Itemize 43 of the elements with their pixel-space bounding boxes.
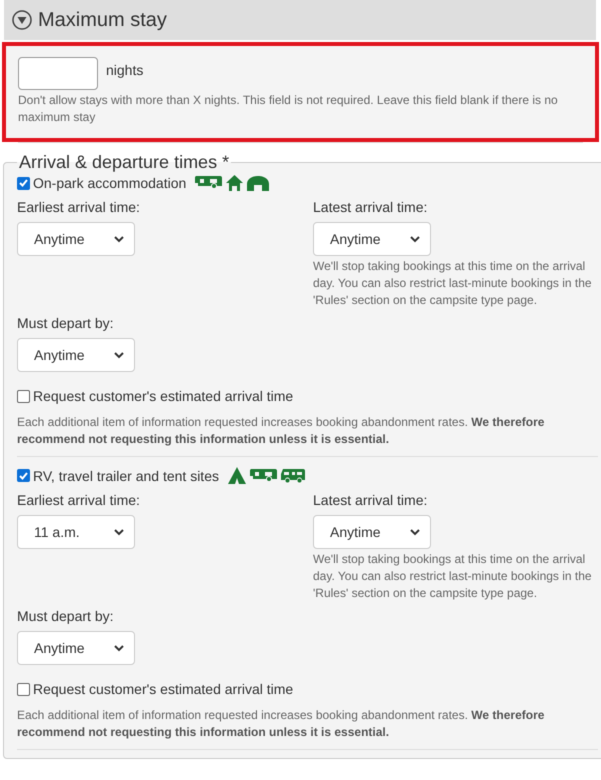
tent-icon	[228, 467, 246, 484]
unit-label: nights	[106, 62, 144, 78]
field-label: Latest arrival time:	[313, 492, 428, 508]
time-select[interactable]: Anytime	[17, 631, 135, 665]
field-label: Must depart by:	[17, 608, 114, 624]
time-select[interactable]: Anytime	[17, 222, 135, 256]
toggle-icon	[12, 10, 32, 30]
checkbox[interactable]	[17, 469, 30, 482]
checkbox[interactable]	[17, 682, 30, 696]
nights-input[interactable]	[18, 57, 98, 90]
checkbox[interactable]	[17, 176, 30, 190]
caravan-icon	[195, 175, 222, 191]
chevron-icon	[114, 528, 124, 536]
checkbox-label: Request customer's estimated arrival time	[33, 681, 294, 697]
panel-legend: Arrival & departure times *	[17, 152, 232, 173]
time-select[interactable]: Anytime	[313, 515, 431, 549]
section-header[interactable]: Maximum stay	[4, 0, 596, 40]
help-text: Each additional item of information requested increases booking abandonment rates. We therefore recommend not requesting this information unless it is essential.	[17, 414, 546, 448]
time-select[interactable]: Anytime	[17, 338, 135, 372]
hut-icon	[247, 175, 270, 191]
checkbox-label: RV, travel trailer and tent sites	[33, 468, 219, 484]
caravan-icon	[250, 468, 277, 484]
chevron-icon	[114, 236, 124, 242]
section-title: Maximum stay	[38, 8, 167, 32]
checkbox-label: On-park accommodation	[33, 175, 186, 191]
chevron-icon	[410, 528, 420, 536]
field-label: Must depart by:	[17, 315, 114, 331]
field-label: Earliest arrival time:	[17, 199, 141, 215]
help-text: Each additional item of information requested increases booking abandonment rates. We therefore recommend not requesting this information unless it is essential.	[17, 707, 546, 741]
checkbox[interactable]	[17, 390, 30, 402]
time-select[interactable]: Anytime	[313, 222, 431, 256]
chevron-icon	[410, 236, 420, 242]
help-text: We'll stop taking bookings at this time on the arrival day. You can also restrict last-minute bookings in the 'Rules' section on the campsite type page.	[313, 551, 593, 602]
chevron-icon	[114, 352, 124, 358]
time-select[interactable]: 11 a.m.	[17, 515, 135, 549]
checkbox-label: Request customer's estimated arrival time	[33, 388, 294, 404]
chevron-icon	[114, 644, 124, 652]
help-text: We'll stop taking bookings at this time on the arrival day. You can also restrict last-minute bookings in the 'Rules' section on the campsite type page.	[313, 258, 593, 309]
help-text: Don't allow stays with more than X nights. This field is not required. Leave this field blank if there is no maximum stay	[18, 92, 559, 126]
house-icon	[226, 175, 244, 191]
field-label: Earliest arrival time:	[17, 492, 141, 508]
motorhome-icon	[281, 468, 305, 484]
field-label: Latest arrival time:	[313, 199, 428, 215]
